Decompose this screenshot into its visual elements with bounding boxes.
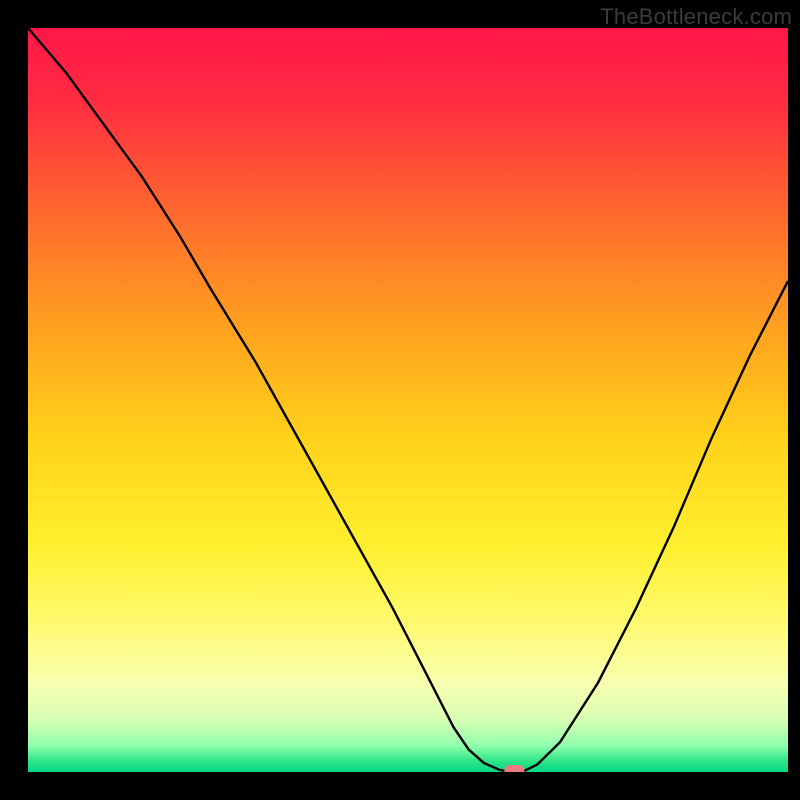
chart-area xyxy=(28,28,788,772)
optimum-marker xyxy=(504,765,524,772)
gradient-background xyxy=(28,28,788,772)
watermark-label: TheBottleneck.com xyxy=(600,4,792,30)
bottleneck-chart xyxy=(28,28,788,772)
